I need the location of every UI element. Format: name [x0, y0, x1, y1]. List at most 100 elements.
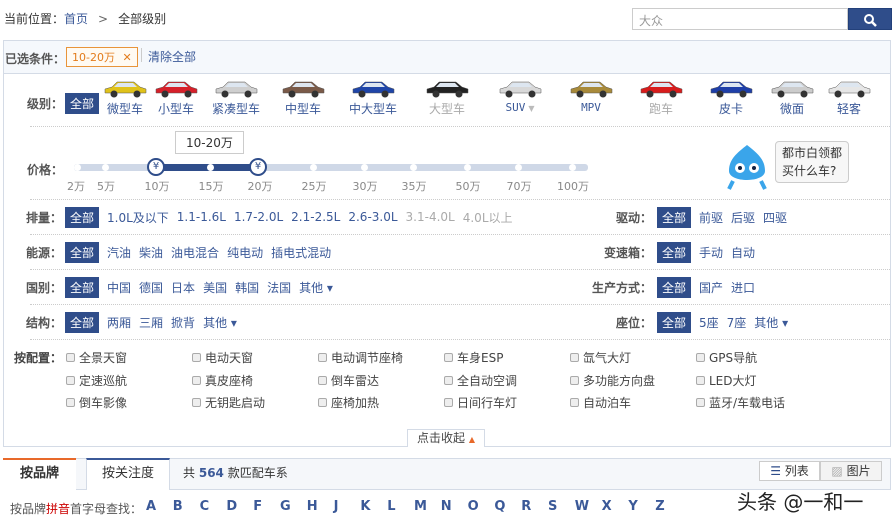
- filter-option[interactable]: 德国: [139, 279, 163, 296]
- config-checkbox[interactable]: 真皮座椅: [192, 372, 253, 389]
- config-checkbox[interactable]: LED大灯: [696, 372, 757, 389]
- checkbox-icon[interactable]: [696, 398, 705, 407]
- price-tick-label[interactable]: 5万: [97, 178, 115, 194]
- filter-option[interactable]: 中国: [107, 279, 131, 296]
- config-checkbox[interactable]: GPS导航: [696, 349, 757, 366]
- selected-tag[interactable]: 10-20万 ✕: [66, 47, 138, 67]
- filter-option[interactable]: 法国: [267, 279, 291, 296]
- checkbox-icon[interactable]: [192, 353, 201, 362]
- letter-link[interactable]: G: [280, 499, 291, 514]
- car-type-10[interactable]: 微面: [761, 80, 823, 117]
- price-tick-label[interactable]: 70万: [507, 178, 532, 194]
- filter-option[interactable]: 插电式混动: [271, 244, 331, 261]
- letter-link[interactable]: S: [548, 499, 557, 514]
- car-type-3[interactable]: 中型车: [272, 80, 334, 117]
- filter-option[interactable]: 日本: [171, 279, 195, 296]
- checkbox-icon[interactable]: [66, 375, 75, 385]
- car-type-2[interactable]: 紧凑型车: [205, 80, 267, 117]
- filter-option[interactable]: 后驱: [731, 209, 755, 226]
- filter-all[interactable]: 全部: [657, 206, 692, 228]
- letter-link[interactable]: Z: [655, 499, 664, 514]
- filter-option[interactable]: 前驱: [699, 209, 723, 226]
- letter-link[interactable]: A: [146, 499, 156, 514]
- price-tick-dot[interactable]: [569, 164, 576, 171]
- checkbox-icon[interactable]: [444, 353, 453, 362]
- price-tick-dot[interactable]: [207, 164, 214, 171]
- letter-link[interactable]: R: [521, 499, 531, 514]
- letter-link[interactable]: M: [414, 499, 427, 514]
- filter-option[interactable]: 7座: [727, 314, 747, 331]
- letter-link[interactable]: Y: [628, 499, 637, 514]
- price-tick-dot[interactable]: [515, 164, 522, 171]
- filter-option[interactable]: 美国: [203, 279, 227, 296]
- config-checkbox[interactable]: 日间行车灯: [444, 394, 517, 411]
- checkbox-icon[interactable]: [696, 375, 705, 385]
- car-type-5[interactable]: 大型车: [416, 80, 478, 117]
- filter-all[interactable]: 全部: [657, 276, 692, 298]
- checkbox-icon[interactable]: [444, 375, 453, 385]
- config-checkbox[interactable]: 座椅加热: [318, 394, 379, 411]
- filter-option[interactable]: 四驱: [763, 209, 787, 226]
- view-image-button[interactable]: ▨ 图片: [820, 461, 882, 481]
- filter-all[interactable]: 全部: [65, 276, 100, 298]
- letter-link[interactable]: K: [360, 499, 370, 514]
- checkbox-icon[interactable]: [318, 398, 327, 407]
- config-checkbox[interactable]: 电动天窗: [192, 349, 253, 366]
- filter-option[interactable]: 其他 ▾: [203, 314, 237, 331]
- car-type-8[interactable]: 跑车: [630, 80, 692, 117]
- checkbox-icon[interactable]: [570, 353, 579, 362]
- config-checkbox[interactable]: 自动泊车: [570, 394, 631, 411]
- price-tick-label[interactable]: 20万: [248, 178, 273, 194]
- filter-option[interactable]: 油电混合: [171, 244, 219, 261]
- config-checkbox[interactable]: 多功能方向盘: [570, 372, 655, 389]
- filter-option[interactable]: 其他 ▾: [299, 279, 333, 296]
- car-type-11[interactable]: 轻客: [818, 80, 880, 117]
- close-icon[interactable]: ✕: [122, 51, 131, 64]
- letter-link[interactable]: N: [441, 499, 452, 514]
- mascot-bubble[interactable]: 都市白领都 买什么车?: [775, 141, 850, 183]
- checkbox-icon[interactable]: [66, 398, 75, 407]
- filter-option[interactable]: 1.0L及以下: [107, 209, 169, 226]
- price-tick-dot[interactable]: [464, 164, 471, 171]
- tab-attention[interactable]: 按关注度: [86, 458, 170, 490]
- checkbox-icon[interactable]: [570, 398, 579, 407]
- letter-link[interactable]: O: [468, 499, 479, 514]
- config-checkbox[interactable]: 全景天窗: [66, 349, 127, 366]
- filter-option[interactable]: 自动: [731, 244, 755, 261]
- filter-option[interactable]: 进口: [731, 279, 755, 296]
- filter-option[interactable]: 2.1-2.5L: [291, 210, 340, 224]
- filter-all[interactable]: 全部: [65, 206, 100, 228]
- car-type-1[interactable]: 小型车: [145, 80, 207, 117]
- letter-link[interactable]: J: [334, 499, 339, 514]
- price-tick-label[interactable]: 25万: [302, 178, 327, 194]
- config-checkbox[interactable]: 倒车影像: [66, 394, 127, 411]
- checkbox-icon[interactable]: [192, 375, 201, 385]
- checkbox-icon[interactable]: [318, 353, 327, 362]
- letter-link[interactable]: Q: [494, 499, 505, 514]
- price-min-handle[interactable]: ¥: [147, 158, 165, 176]
- config-checkbox[interactable]: 无钥匙启动: [192, 394, 265, 411]
- filter-option[interactable]: 3.1-4.0L: [406, 210, 455, 224]
- config-checkbox[interactable]: 车身ESP: [444, 349, 503, 366]
- letter-link[interactable]: F: [253, 499, 262, 514]
- checkbox-icon[interactable]: [570, 375, 579, 385]
- config-checkbox[interactable]: 倒车雷达: [318, 372, 379, 389]
- filter-option[interactable]: 两厢: [107, 314, 131, 331]
- filter-option[interactable]: 三厢: [139, 314, 163, 331]
- config-checkbox[interactable]: 全自动空调: [444, 372, 517, 389]
- search-input[interactable]: 大众: [632, 8, 848, 30]
- price-tick-dot[interactable]: [310, 164, 317, 171]
- price-tick-dot[interactable]: [410, 164, 417, 171]
- letter-link[interactable]: D: [226, 499, 237, 514]
- search-button[interactable]: [848, 8, 892, 30]
- filter-all[interactable]: 全部: [65, 311, 100, 333]
- clear-all-link[interactable]: 清除全部: [148, 48, 196, 65]
- filter-option[interactable]: 1.1-1.6L: [177, 210, 226, 224]
- filter-option[interactable]: 4.0L以上: [463, 209, 513, 226]
- car-type-6[interactable]: SUV ▼: [489, 80, 551, 114]
- checkbox-icon[interactable]: [192, 398, 201, 407]
- letter-link[interactable]: L: [387, 499, 395, 514]
- checkbox-icon[interactable]: [318, 375, 327, 385]
- checkbox-icon[interactable]: [66, 353, 75, 362]
- filter-all[interactable]: 全部: [657, 311, 692, 333]
